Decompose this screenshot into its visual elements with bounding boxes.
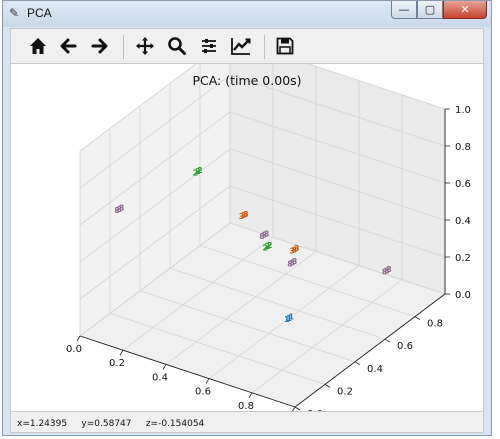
forward-button[interactable] <box>87 33 113 59</box>
home-button[interactable] <box>25 33 51 59</box>
app-window: ✎ PCA — ▢ ✕ 0.0 0.2 0.4 0.6 0.8 0.2 0.4 … <box>2 0 492 436</box>
coord-y: y=0.58747 <box>81 419 132 429</box>
minimize-button[interactable]: — <box>391 1 417 19</box>
y-tick-mark <box>324 384 331 388</box>
x-tick-mark <box>248 392 253 399</box>
forward-arrow-icon <box>91 38 108 54</box>
subplots-button[interactable] <box>196 33 222 59</box>
data-point-marker: 1 <box>288 313 294 322</box>
back-arrow-icon <box>60 38 77 54</box>
y-tick-mark <box>294 406 301 411</box>
data-point-marker: 8 <box>386 265 392 274</box>
close-button[interactable]: ✕ <box>443 1 487 19</box>
subplots-icon <box>202 39 216 53</box>
y-tick-label: 0.6 <box>397 341 413 352</box>
x-tick-label: 0.0 <box>66 344 82 355</box>
x-tick-label: 0.8 <box>238 401 254 411</box>
z-tick-label: 0.4 <box>455 216 471 227</box>
data-point-marker: 8 <box>119 204 125 213</box>
x-tick-mark <box>205 378 210 384</box>
pca-3d-plot: 0.00.20.40.60.81.00.00.20.40.60.80.00.20… <box>66 37 471 426</box>
edit-axes-icon <box>231 38 251 55</box>
x-tick-label: 0.4 <box>152 372 168 383</box>
x-tick-mark <box>119 349 124 356</box>
z-tick-label: 0.6 <box>455 179 471 190</box>
edit-axes-button[interactable] <box>228 33 254 59</box>
plot-title: PCA: (time 0.00s) <box>192 73 301 88</box>
x-tick-label: 0.2 <box>109 358 125 369</box>
y-tick-mark <box>354 361 361 366</box>
save-icon <box>276 37 294 55</box>
plot-canvas[interactable]: 0.00.20.40.60.81.00.00.20.40.60.80.00.20… <box>10 37 484 426</box>
x-tick-mark <box>76 335 81 342</box>
z-tick-label: 0.0 <box>455 290 471 301</box>
save-button[interactable] <box>272 33 298 59</box>
y-tick-mark <box>384 338 391 343</box>
z-tick-label: 1.0 <box>455 105 471 116</box>
title-bar: ✎ PCA — ▢ ✕ <box>3 1 491 27</box>
zoom-icon <box>168 37 186 55</box>
z-tick-label: 0.8 <box>455 142 471 153</box>
toolbar-separator <box>123 35 124 59</box>
data-point-marker: 2 <box>267 241 273 250</box>
y-tick-label: 0.4 <box>367 364 383 375</box>
y-tick-label: 0.2 <box>337 386 353 397</box>
x-tick-mark <box>162 364 167 370</box>
home-icon <box>30 38 46 54</box>
data-point-marker: 8 <box>264 229 270 238</box>
y-tick-label: 0.8 <box>427 319 443 330</box>
data-point-marker: 3 <box>243 210 249 219</box>
x-tick-label: 0.6 <box>195 387 211 398</box>
y-tick-mark <box>414 316 421 320</box>
data-point-marker: 2 <box>197 166 203 175</box>
coord-x: x=1.24395 <box>17 419 68 429</box>
maximize-button[interactable]: ▢ <box>417 1 443 19</box>
window-title: PCA <box>27 6 52 20</box>
toolbar-separator <box>264 35 265 59</box>
zoom-button[interactable] <box>164 33 190 59</box>
z-tick-label: 0.2 <box>455 253 471 264</box>
app-icon: ✎ <box>9 6 20 20</box>
navigation-toolbar <box>10 28 484 64</box>
back-button[interactable] <box>55 33 81 59</box>
coord-z: z=-0.154054 <box>145 419 205 429</box>
pan-icon <box>136 37 154 55</box>
data-point-marker: 3 <box>294 244 300 253</box>
pan-button[interactable] <box>132 33 158 59</box>
data-point-marker: 8 <box>292 257 298 266</box>
window-controls: — ▢ ✕ <box>391 1 487 20</box>
status-bar: x=1.24395 y=0.58747 z=-0.154054 <box>10 411 484 433</box>
